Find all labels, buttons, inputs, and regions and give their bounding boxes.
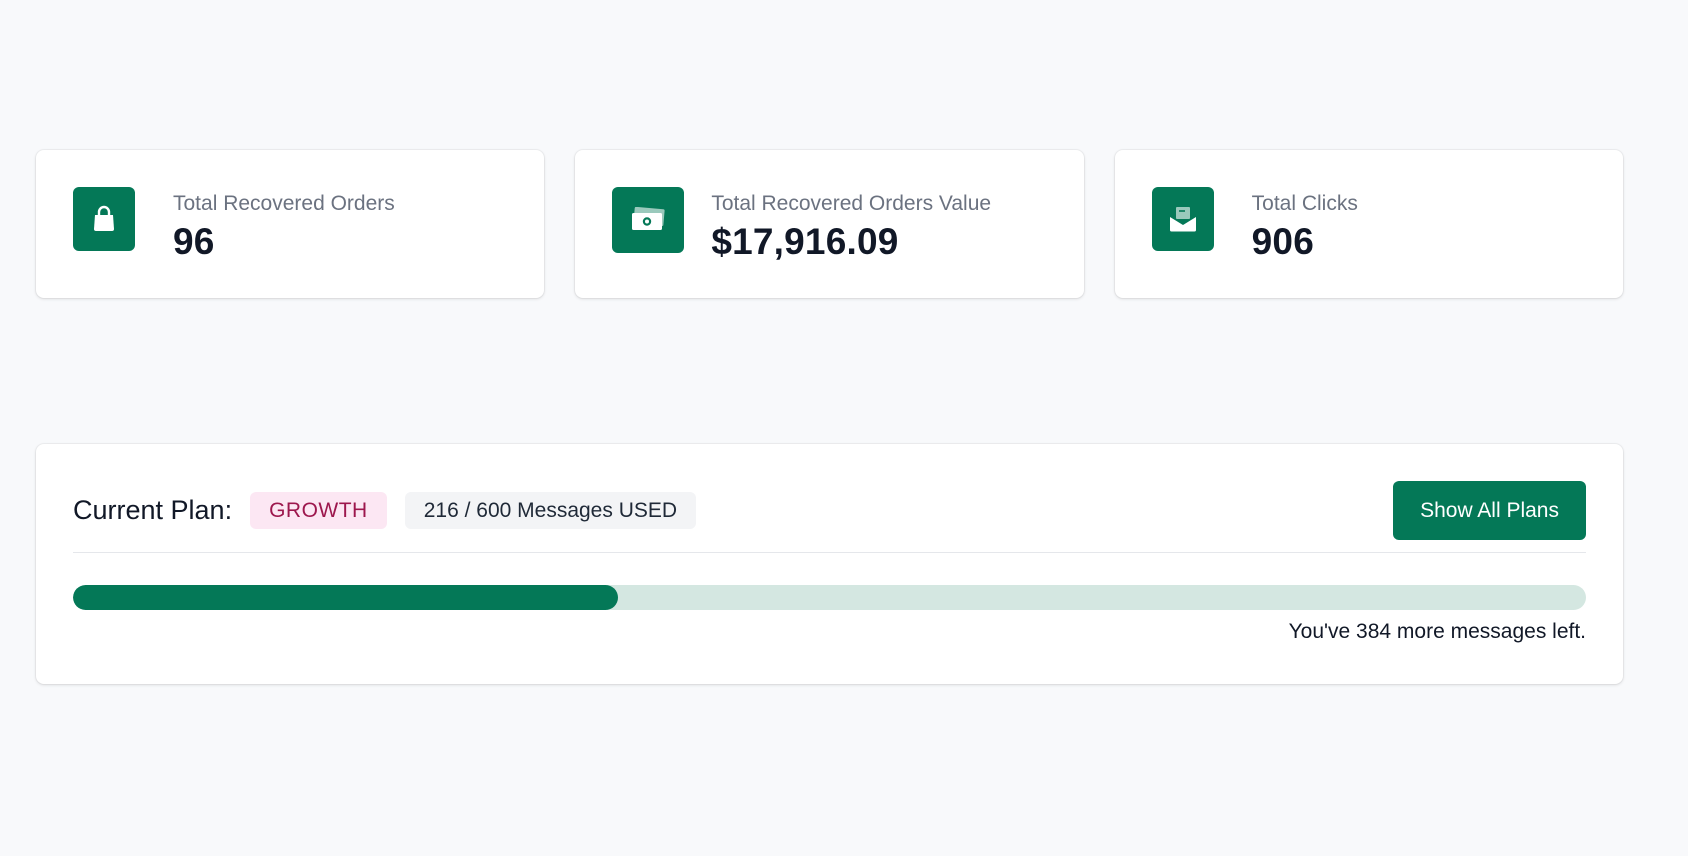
stat-label: Total Recovered Orders Value xyxy=(711,192,992,215)
divider xyxy=(73,552,1586,553)
current-plan-card: Current Plan: GROWTH 216 / 600 Messages … xyxy=(36,444,1623,684)
stat-value: $17,916.09 xyxy=(711,221,899,262)
stat-label: Total Clicks xyxy=(1251,192,1358,215)
progress-fill xyxy=(73,585,618,610)
plan-header: Current Plan: GROWTH 216 / 600 Messages … xyxy=(73,481,1586,540)
stat-value: 96 xyxy=(173,221,215,262)
message-usage-progress-bar xyxy=(73,585,1586,610)
stat-text: Total Recovered Orders Value $17,916.09 xyxy=(711,187,991,265)
stat-card-recovered-orders: Total Recovered Orders 96 xyxy=(36,150,545,298)
plan-name-badge: GROWTH xyxy=(250,492,387,529)
stat-card-recovered-value: Total Recovered Orders Value $17,916.09 xyxy=(575,150,1084,298)
messages-remaining-text: You've 384 more messages left. xyxy=(1288,620,1586,643)
plan-title: Current Plan: xyxy=(73,495,233,525)
message-usage-badge: 216 / 600 Messages USED xyxy=(404,492,697,529)
shopping-bag-icon xyxy=(73,187,135,251)
stat-value: 906 xyxy=(1251,221,1314,262)
envelope-icon xyxy=(1151,187,1214,251)
stat-label: Total Recovered Orders xyxy=(173,192,395,215)
stats-row: Total Recovered Orders 96 Total Recovere… xyxy=(36,150,1623,298)
stat-text: Total Clicks 906 xyxy=(1252,187,1358,265)
stat-card-total-clicks: Total Clicks 906 xyxy=(1114,150,1623,298)
stat-text: Total Recovered Orders 96 xyxy=(173,187,395,265)
money-icon xyxy=(612,187,685,253)
show-all-plans-button[interactable]: Show All Plans xyxy=(1393,481,1586,540)
